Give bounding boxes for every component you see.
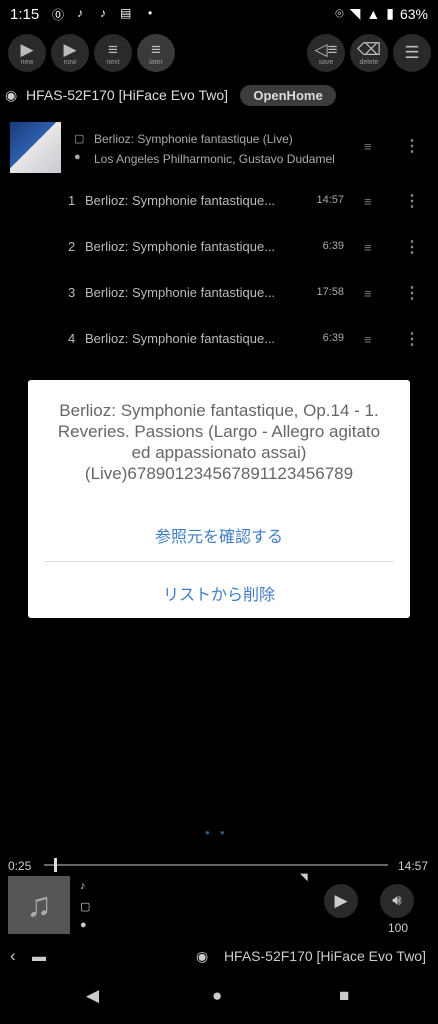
tiktok-icon: ♪ [77,6,83,20]
save-label: save [318,59,334,66]
save-list-icon: ◁≡ [314,40,338,59]
track-number: 3 [68,285,76,300]
remove-from-list-option[interactable]: リストから削除 [28,581,410,605]
list-item[interactable]: 1 Berlioz: Symphonie fantastique... 14:5… [0,187,438,217]
openhome-badge[interactable]: OpenHome [240,85,336,106]
nav-home-icon[interactable]: ● [212,986,222,1006]
renderer-icon: ◉ [5,87,18,103]
server-icon[interactable]: ▬ [32,948,46,964]
battery-icon: ▮ [386,5,394,21]
renderer-icon: ◉ [196,948,209,964]
track-options-dialog: Berlioz: Symphonie fantastique, Op.14 - … [28,380,410,618]
delete-button[interactable]: ⌫ delete [350,34,388,72]
dialog-divider [44,561,394,562]
status-bar: 1:15 ⓪ ♪ ♪ ▤ • ⌾ ◥ ▲ ▮ 63% [0,0,438,28]
drag-handle-icon[interactable]: ≡ [364,240,372,255]
elapsed-time: 0:25 [8,859,32,873]
list-item[interactable]: 4 Berlioz: Symphonie fantastique... 6:39… [0,325,438,355]
track-duration: 17:58 [316,286,344,298]
delete-label: delete [359,59,379,66]
nav-back-icon[interactable]: ◀ [86,986,99,1006]
music-note-icon: ♫ [26,886,52,924]
more-options-icon[interactable]: ⋮ [404,136,420,156]
status-time: 1:15 [10,6,40,23]
tiktok-icon-2: ♪ [100,6,106,20]
dot-icon: • [148,6,153,20]
now-label: now [63,59,77,66]
more-options-icon[interactable]: ⋮ [404,329,420,349]
track-duration: 6:39 [322,332,344,344]
drag-handle-icon[interactable]: ≡ [364,286,372,301]
album-art [10,122,61,173]
track-note-icon: ♪ [80,880,86,892]
more-options-icon[interactable]: ⋮ [404,283,420,303]
play-next-button[interactable]: ≡ next [94,34,132,72]
artist-small-icon: ● [80,919,87,931]
system-nav-bar: ◀ ● ■ [0,968,438,1024]
more-options-icon[interactable]: ⋮ [404,191,420,211]
album-icon: ▢ [74,133,85,145]
news-icon: ▤ [120,6,132,20]
play-later-button[interactable]: ≡ later [137,34,175,72]
track-title: Berlioz: Symphonie fantastique... [85,239,276,254]
next-label: next [106,59,120,66]
app-notification-icon: ⓪ [52,8,65,22]
more-options-icon[interactable]: ⋮ [404,237,420,257]
later-label: later [149,59,163,66]
track-title: Berlioz: Symphonie fantastique... [85,193,276,208]
new-label: new [20,59,34,66]
track-duration: 6:39 [322,240,344,252]
speaker-icon: 🔊︎ [392,892,402,909]
location-icon: ⌾ [335,5,344,21]
status-right: ⌾ ◥ ▲ ▮ 63% [335,5,428,22]
list-add-icon: ≡ [108,40,118,59]
page-indicator: ●● [205,828,235,837]
bottom-device-name[interactable]: HFAS-52F170 [HiFace Evo Two] [224,948,426,964]
album-artist[interactable]: Los Angeles Philharmonic, Gustavo Dudame… [94,152,335,166]
play-star-icon: ▶ [20,40,34,59]
play-now-button[interactable]: ▶ now [51,34,89,72]
track-number: 1 [68,193,76,208]
play-new-button[interactable]: ▶ new [8,34,46,72]
dialog-message: Berlioz: Symphonie fantastique, Op.14 - … [57,401,381,483]
artist-icon: ● [74,151,81,163]
battery-percent: 63% [399,5,428,22]
device-row[interactable]: ◉ HFAS-52F170 [HiFace Evo Two] OpenHome [0,84,438,108]
now-playing-art[interactable]: ♫ [8,876,70,934]
play-plus-icon: ▶ [63,40,77,59]
trash-icon: ⌫ [356,40,382,59]
drag-handle-icon[interactable]: ≡ [364,332,372,347]
play-icon: ▶ [334,891,348,910]
wifi-icon: ◥ [349,5,361,21]
album-small-icon: ▢ [80,901,91,913]
list-later-icon: ≡ [151,40,161,59]
expand-corner-icon[interactable]: ◥ [300,872,308,883]
list-item[interactable]: 2 Berlioz: Symphonie fantastique... 6:39… [0,233,438,263]
nav-recents-icon[interactable]: ■ [339,986,349,1006]
back-chevron-icon[interactable]: ‹ [10,946,16,966]
track-number: 4 [68,331,76,346]
track-title: Berlioz: Symphonie fantastique... [85,285,276,300]
album-title[interactable]: Berlioz: Symphonie fantastique (Live) [94,132,293,146]
total-time: 14:57 [398,859,429,873]
save-button[interactable]: ◁≡ save [307,34,345,72]
drag-handle-icon[interactable]: ≡ [364,139,372,154]
drag-handle-icon[interactable]: ≡ [364,194,372,209]
volume-button[interactable]: 🔊︎ [380,884,414,918]
play-button[interactable]: ▶ [324,884,358,918]
track-title: Berlioz: Symphonie fantastique... [85,331,276,346]
progress-track[interactable] [44,864,388,866]
progress-knob[interactable] [54,858,57,872]
signal-icon: ▲ [366,5,381,22]
device-name: HFAS-52F170 [HiFace Evo Two] [26,87,229,103]
track-duration: 14:57 [316,194,344,206]
menu-button[interactable]: ☰ [393,34,431,72]
volume-level: 100 [388,921,409,935]
bottom-bar: ‹ ▬ ◉ HFAS-52F170 [HiFace Evo Two] [0,946,438,968]
check-source-option[interactable]: 参照元を確認する [28,523,410,547]
list-item[interactable]: 3 Berlioz: Symphonie fantastique... 17:5… [0,279,438,309]
hamburger-menu-icon: ☰ [404,43,420,62]
track-number: 2 [68,239,76,254]
